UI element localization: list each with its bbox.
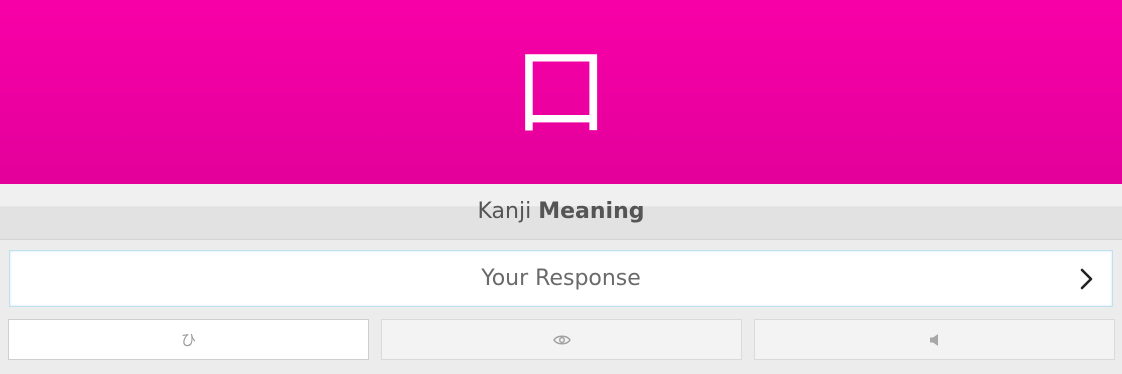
question-item-type: Kanji [477,199,532,224]
character-panel: 口 [0,0,1122,184]
audio-button[interactable] [754,319,1115,360]
item-info-button[interactable] [381,319,742,360]
eye-icon [552,335,571,344]
kanji-character: 口 [513,36,609,148]
kana-toggle-button[interactable]: ひ [8,319,369,360]
question-category: Meaning [538,199,645,224]
answer-form [9,250,1113,307]
chevron-right-icon [1080,268,1093,289]
kana-label: ひ [180,331,196,349]
answer-input[interactable] [10,251,1062,306]
question-type-bar: Kanji Meaning [0,184,1122,240]
submit-answer-button[interactable] [1062,251,1112,306]
speaker-icon [929,333,938,346]
